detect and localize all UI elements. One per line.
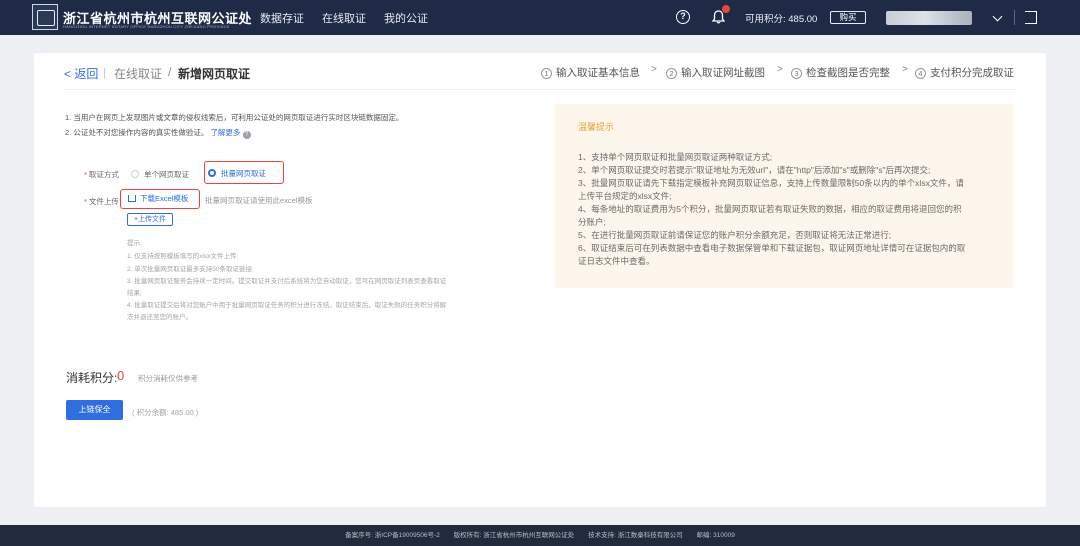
tips-line: 5、在进行批量网页取证前请保证您的账户积分余额充足，否则取证将无法正常进行;	[578, 230, 892, 240]
download-icon	[128, 195, 136, 202]
tips-line: 分账户;	[578, 217, 606, 227]
cost-label: 消耗积分:	[66, 371, 118, 385]
nav-data-deposit[interactable]: 数据存证	[260, 10, 304, 26]
step-arrow: >	[651, 64, 657, 75]
site-subtitle: HANGZHOU INTERNET NOTARY OFFICE HANGZHOU…	[63, 24, 230, 29]
logout-icon[interactable]	[1025, 11, 1037, 24]
tip-line: 3. 批量网页取证服务会持续一定时间。提交取证并支付后系统将为您自动取证，您可在…	[127, 278, 447, 285]
upload-label: * 文件上传	[84, 197, 119, 206]
breadcrumb-separator: |	[103, 65, 107, 79]
method-label: * 取证方式	[84, 170, 119, 179]
back-link[interactable]: < 返回	[64, 65, 98, 82]
radio-batch-page[interactable]: 批量网页取证	[208, 168, 266, 179]
tips-line: 上传平台规定的xlsx文件;	[578, 191, 672, 201]
download-hint: 批量网页取证请使用此excel模板	[205, 196, 313, 205]
question-icon[interactable]: ?	[242, 131, 251, 139]
breadcrumb-online-evidence[interactable]: 在线取证	[114, 65, 162, 82]
caret-down-icon[interactable]	[992, 11, 1003, 22]
tip-line: 2. 单次批量网页取证最多支持50条取证链接;	[127, 266, 254, 273]
nav-online-evidence[interactable]: 在线取证	[322, 10, 366, 26]
radio-single-page[interactable]: 单个网页取证	[131, 169, 189, 180]
top-nav-bar: 浙江省杭州市杭州互联网公证处 HANGZHOU INTERNET NOTARY …	[0, 0, 1080, 35]
tips-line: 4、每条地址的取证费用为5个积分，批量网页取证若有取证失败的数据，相应的取证费用…	[578, 204, 962, 214]
upload-file-button[interactable]: +上传文件	[127, 213, 173, 226]
main-card: < 返回 | 在线取证 / 新增网页取证 1 输入取证基本信息 > 2 输入取证网址…	[34, 53, 1046, 507]
tip-line: 4. 批量取证提交后将对您账户中用于批量网页取证任务的积分进行冻结。取证结束后，…	[127, 302, 447, 309]
tips-panel: 温馨提示 1、支持单个网页取证和批量网页取证两种取证方式; 2、单个网页取证提交…	[554, 104, 1014, 288]
tips-line: 2、单个网页取证提交时若提示"取证地址为无效url"，请在"http"后添加"s…	[578, 165, 931, 175]
tips-line: 3、批量网页取证请先下载指定模板补充网页取证信息，支持上传数量限制50条以内的单…	[578, 178, 964, 188]
footer-support: 技术支持: 浙江数秦科技有限公司	[588, 532, 683, 539]
step-arrow: >	[902, 64, 908, 75]
intro-line-1: 1. 当用户在网页上发现图片或文章的侵权线索后，可利用公证处的网页取证进行实时区…	[65, 113, 404, 122]
tip-line: 冻并退还至您的账户。	[127, 314, 192, 321]
footer-owner: 版权所有: 浙江省杭州市杭州互联网公证处	[453, 532, 575, 539]
footer-icp[interactable]: 备案序号: 浙ICP备19009506号-2	[345, 532, 440, 539]
step-4: 4 支付积分完成取证	[915, 65, 1014, 80]
breadcrumb-slash: /	[168, 65, 172, 79]
header-divider-line	[64, 89, 1016, 90]
help-icon[interactable]: ?	[676, 10, 690, 24]
cost-value: 0	[117, 368, 125, 383]
submit-button[interactable]: 上链保全	[66, 400, 123, 420]
radio-dot-selected[interactable]	[208, 169, 216, 177]
tips-line: 6、取证结束后可在列表数据中查看电子数据保管单和下载证据包，取证网页地址详情可在…	[578, 243, 966, 253]
intro-line-2: 2. 公证处不对您操作内容的真实性做验证。 了解更多 ?	[65, 127, 251, 139]
notification-badge	[721, 4, 731, 14]
radio-dot[interactable]	[131, 170, 139, 178]
header-divider	[1014, 10, 1015, 25]
user-account-name[interactable]	[886, 11, 972, 25]
step-1: 1 输入取证基本信息	[541, 65, 640, 80]
download-template-button[interactable]: 下载Excel模板	[128, 193, 188, 204]
tips-line: 证日志文件中查看。	[578, 256, 655, 266]
tip-line: 结果;	[127, 290, 142, 297]
step-2: 2 输入取证网址截图	[666, 65, 765, 80]
buy-points-button[interactable]: 购买	[830, 11, 866, 24]
logo-icon[interactable]	[32, 4, 58, 30]
cost-note: 积分消耗仅供参考	[138, 374, 198, 383]
nav-my-notary[interactable]: 我的公证	[384, 10, 428, 26]
available-points: 可用积分: 485.00	[745, 14, 818, 25]
learn-more-link[interactable]: 了解更多	[210, 128, 240, 137]
tips-line: 1、支持单个网页取证和批量网页取证两种取证方式;	[578, 152, 773, 162]
step-arrow: >	[777, 64, 783, 75]
footer: 备案序号: 浙ICP备19009506号-2 版权所有: 浙江省杭州市杭州互联网…	[0, 525, 1080, 546]
footer-postcode: 邮编: 310009	[696, 532, 735, 539]
tip-line: 1. 仅支持按照模板填写的xlsx文件上传;	[127, 253, 239, 260]
step-3: 3 检查截图是否完整	[791, 65, 890, 80]
points-balance: ( 积分余额: 485.00 )	[132, 408, 199, 417]
tip-line: 提示:	[127, 240, 142, 247]
page-title: 新增网页取证	[178, 67, 251, 81]
tips-title: 温馨提示	[578, 122, 615, 132]
